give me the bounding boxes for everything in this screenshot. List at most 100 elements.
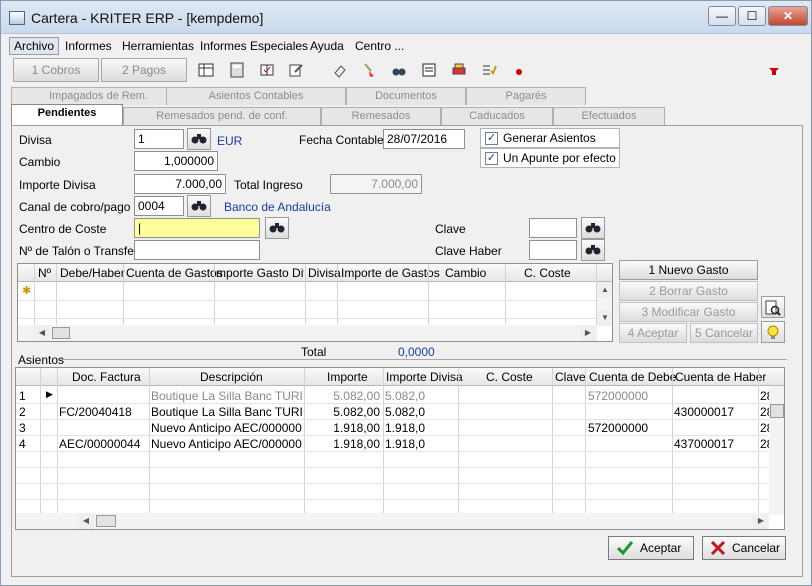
menu-informes-especiales[interactable]: Informes Especiales [200,39,308,53]
scroll-thumb[interactable] [52,327,70,339]
scroll-up-icon[interactable]: ▲ [597,282,612,298]
gastos-hscroll[interactable]: ◀ ▶ [18,325,597,341]
close-button[interactable]: ✕ [768,6,808,26]
menu-centro[interactable]: Centro ... [355,39,404,53]
tab-caducados[interactable]: Caducados [441,107,553,125]
menu-ayuda[interactable]: Ayuda [310,39,344,53]
binoculars-icon [191,134,207,144]
magnifier-icon [765,300,781,316]
tab-efectuados[interactable]: Efectuados [553,107,665,125]
cancelar-gasto-button[interactable]: 5 Cancelar [690,323,758,343]
aceptar-gasto-button[interactable]: 4 Aceptar [619,323,687,343]
cambio-label: Cambio [19,155,61,169]
row-doc-factura: AEC/00000044 [59,437,141,451]
borrar-gasto-button[interactable]: 2 Borrar Gasto [619,281,758,301]
divisa-input[interactable]: 1 [134,129,184,149]
tip-button[interactable] [761,321,785,343]
canal-input[interactable]: 0004 [134,196,184,216]
clave-input[interactable] [529,218,577,238]
checklist-icon[interactable] [481,62,497,78]
un-apunte-checkbox[interactable]: ✓ Un Apunte por efecto [480,148,620,168]
calculator-icon[interactable] [229,62,245,78]
row-number: 3 [19,421,26,435]
talon-input[interactable] [134,240,260,260]
aceptar-button[interactable]: Aceptar [608,536,694,560]
col-descripcion: Descripción [200,370,263,384]
binoculars-icon[interactable] [391,62,407,78]
gastos-vscroll[interactable]: ▲ ▼ [597,282,612,326]
cartera-window: Cartera - KRITER ERP - [kempdemo] — ☐ ✕ … [0,0,812,586]
edit-icon[interactable] [288,62,304,78]
clave-haber-input[interactable] [529,240,577,260]
menu-herramientas[interactable]: Herramientas [122,39,194,53]
lightbulb-icon [767,325,779,339]
eraser-icon[interactable] [332,62,348,78]
asientos-vscroll[interactable] [769,386,784,515]
cobros-button[interactable]: 1 Cobros [13,58,99,82]
table-icon[interactable] [198,62,214,78]
canal-search-button[interactable] [187,195,211,217]
pagos-button[interactable]: 2 Pagos [101,58,187,82]
gastos-grid[interactable]: Nº Debe/Haber Cuenta de Gastos mporte Ga… [17,263,613,342]
col-c-coste: C. Coste [524,266,571,280]
generar-asientos-checkbox[interactable]: ✓ Generar Asientos [480,128,620,148]
divisa-search-button[interactable] [187,128,211,150]
row-importe: 5.082,00 [333,405,380,419]
scroll-right-icon[interactable]: ▶ [753,513,769,529]
menu-archivo[interactable]: Archivo [9,37,60,55]
nuevo-gasto-button[interactable]: 1 Nuevo Gasto [619,260,758,280]
preview-button[interactable] [761,296,785,318]
tab-impagados[interactable]: Impagados de Rem. [11,87,186,105]
total-ingreso-field: 7.000,00 [330,174,422,194]
binoculars-icon [269,223,285,233]
tab-remesados-pend[interactable]: Remesados pend. de conf. [123,107,321,125]
printer-icon[interactable] [451,62,467,78]
tab-remesados[interactable]: Remesados [321,107,441,125]
scroll-thumb[interactable] [96,515,116,527]
binoculars-icon [585,223,601,233]
cambio-input[interactable]: 1,000000 [134,151,218,171]
asientos-hscroll[interactable]: ◀ ▶ [16,513,769,529]
centro-coste-search-button[interactable] [265,217,289,239]
clave-search-button[interactable] [581,217,605,239]
scroll-left-icon[interactable]: ◀ [34,325,50,341]
check-icon: ✓ [485,152,498,165]
gastos-header: Nº Debe/Haber Cuenta de Gastos mporte Ga… [18,264,612,282]
scroll-thumb[interactable] [770,404,784,418]
cancelar-button[interactable]: Cancelar [702,536,786,560]
cherry-icon[interactable] [511,62,527,78]
menu-informes[interactable]: Informes [65,39,112,53]
row-number: 4 [19,437,26,451]
cancelar-label: Cancelar [732,541,781,555]
tab-documentos[interactable]: Documentos [346,87,466,105]
new-row-icon: ✱ [22,285,32,297]
centro-coste-input[interactable]: | [134,218,260,238]
tabs-row-2: Pendientes Remesados pend. de conf. Reme… [11,104,803,126]
clave-haber-search-button[interactable] [581,239,605,261]
tab-pendientes[interactable]: Pendientes [11,104,123,126]
modificar-gasto-button[interactable]: 3 Modificar Gasto [619,302,758,322]
scroll-right-icon[interactable]: ▶ [580,325,596,341]
importe-divisa-input[interactable]: 7.000,00 [134,174,226,194]
scroll-down-icon[interactable]: ▼ [597,310,612,326]
broom-icon[interactable] [361,62,377,78]
form-icon[interactable] [421,62,437,78]
importe-divisa-label: Importe Divisa [19,178,96,192]
help-icon[interactable] [766,62,782,78]
row-importe-divisa: 1.918,00 [385,437,425,451]
app-icon [9,11,25,25]
col-clave: Clave [555,370,586,384]
scroll-left-icon[interactable]: ◀ [78,513,94,529]
aceptar-label: Aceptar [640,541,682,555]
canal-label: Canal de cobro/pago [19,200,131,214]
book-icon[interactable] [259,62,275,78]
asientos-grid[interactable]: Doc. Factura Descripción Importe Importe… [15,367,785,530]
fecha-input[interactable]: 28/07/2016 [383,129,465,149]
tab-pagares[interactable]: Pagarés [466,87,586,105]
maximize-button[interactable]: ☐ [738,6,766,26]
tab-asientos-contables[interactable]: Asientos Contables [166,87,346,105]
row-importe: 1.918,00 [333,437,380,451]
divisa-name: EUR [217,134,243,148]
minimize-button[interactable]: — [708,6,736,26]
row-importe-divisa: 1.918,00 [385,421,425,435]
